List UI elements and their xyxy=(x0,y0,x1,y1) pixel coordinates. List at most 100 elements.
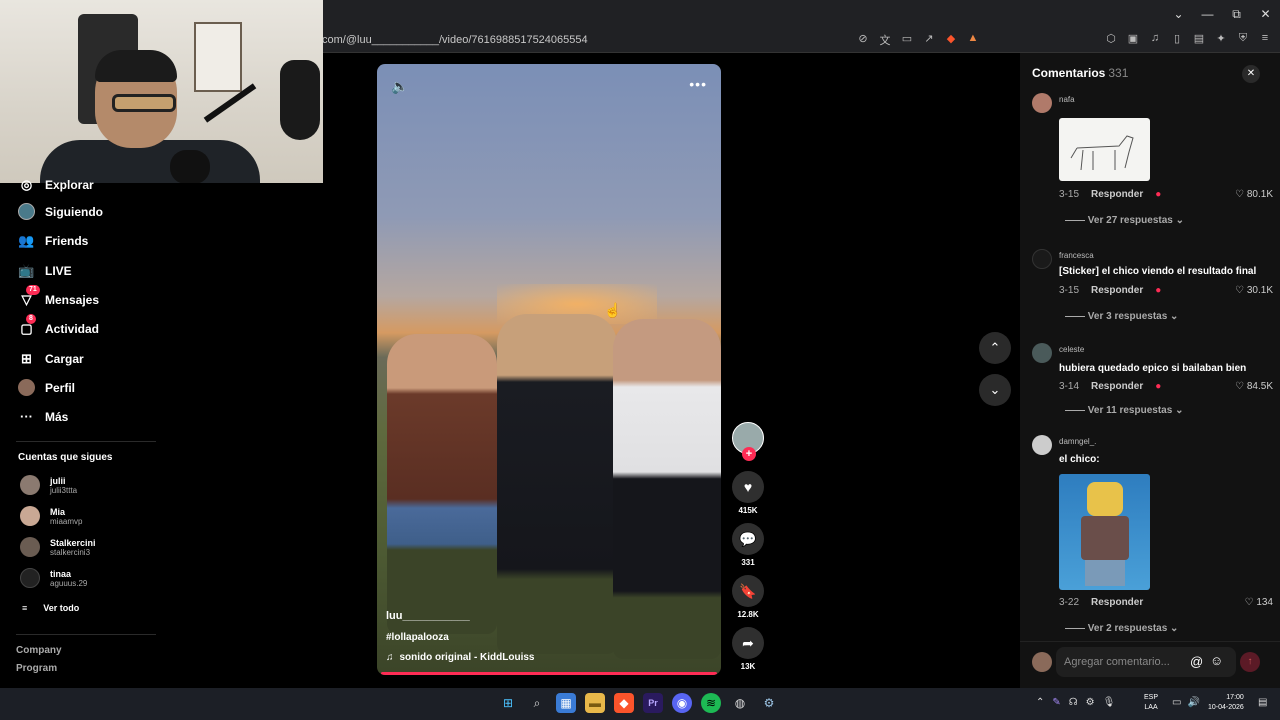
vpn-icon[interactable]: ⛨ xyxy=(1236,32,1250,45)
video-progress-bar[interactable] xyxy=(381,672,717,675)
comment-user[interactable]: nafa xyxy=(1059,95,1075,104)
see-all-link[interactable]: ≡ Ver todo xyxy=(22,603,79,613)
brave-browser-icon[interactable]: ◆ xyxy=(614,693,634,713)
comment-like-button[interactable]: ♡ 30.1K xyxy=(1235,285,1273,296)
input-language[interactable]: ESP LAA xyxy=(1144,693,1158,713)
sidebar-item-cargar[interactable]: ⊞ Cargar xyxy=(18,350,84,367)
monitor-icon[interactable]: ▭ xyxy=(1172,697,1181,708)
brave-shield-icon[interactable]: ◆ xyxy=(944,32,958,48)
following-account[interactable]: Stalkercini stalkercini3 xyxy=(20,537,96,557)
comment-like-button[interactable]: ♡ 84.5K xyxy=(1235,381,1273,392)
roblox-character-image[interactable] xyxy=(1059,474,1150,590)
more-options-icon[interactable]: ••• xyxy=(689,76,707,92)
tray-app-icon[interactable]: ✎ xyxy=(1052,697,1060,708)
sidebar-item-mas[interactable]: ··· Más xyxy=(18,408,68,425)
close-comments-button[interactable]: ✕ xyxy=(1242,65,1260,83)
avatar[interactable] xyxy=(1032,343,1052,363)
wall-poster xyxy=(194,22,242,92)
screenshot-icon[interactable]: ▣ xyxy=(1126,32,1140,45)
spotify-icon[interactable]: ≋ xyxy=(701,693,721,713)
volume-icon[interactable]: 🔈 xyxy=(391,78,408,95)
save-button[interactable]: 🔖 xyxy=(732,575,764,607)
search-icon[interactable]: ⌕ xyxy=(527,693,547,713)
character-legs xyxy=(1085,560,1125,586)
comment-like-button[interactable]: ♡ 134 xyxy=(1245,597,1273,608)
file-explorer-icon[interactable]: ▬ xyxy=(585,693,605,713)
horse-sketch-image[interactable] xyxy=(1059,118,1150,181)
extensions-icon[interactable]: ⬡ xyxy=(1104,32,1118,45)
reply-button[interactable]: Responder xyxy=(1091,189,1143,200)
app-icon[interactable]: ◍ xyxy=(730,693,750,713)
leo-ai-icon[interactable]: ✦ xyxy=(1214,32,1228,45)
steam-tray-icon[interactable]: ⚙ xyxy=(1086,697,1095,708)
premiere-pro-icon[interactable]: Pr xyxy=(643,693,663,713)
avatar[interactable] xyxy=(1032,435,1052,455)
view-replies-button[interactable]: —— Ver 27 respuestas ⌄ xyxy=(1065,215,1184,226)
cast-icon[interactable]: ▭ xyxy=(900,32,914,48)
sidebar-item-perfil[interactable]: Perfil xyxy=(18,379,75,396)
mention-icon[interactable]: @ xyxy=(1190,654,1203,669)
brave-rewards-icon[interactable]: ▲ xyxy=(966,32,980,48)
view-replies-button[interactable]: —— Ver 11 respuestas ⌄ xyxy=(1065,405,1183,416)
creator-avatar[interactable]: + xyxy=(732,422,764,461)
emoji-icon[interactable]: ☺ xyxy=(1210,653,1223,668)
video-hashtag[interactable]: #lollapalooza xyxy=(386,632,449,643)
clock[interactable]: 17:00 10-04-2026 xyxy=(1208,693,1244,713)
reply-button[interactable]: Responder xyxy=(1091,285,1143,296)
discord-icon[interactable]: ◉ xyxy=(672,693,692,713)
no-translate-icon[interactable]: ⊘ xyxy=(856,32,870,48)
comment-item: francesca [Sticker] el chico viendo el r… xyxy=(1032,249,1276,329)
following-account[interactable]: julii julii3ttta xyxy=(20,475,77,495)
send-button[interactable]: ↑ xyxy=(1240,652,1260,672)
gallery-icon[interactable]: ▦ xyxy=(556,693,576,713)
avatar[interactable] xyxy=(1032,93,1052,113)
speaker-icon[interactable]: 🔊 xyxy=(1187,697,1199,708)
comment-user[interactable]: celeste xyxy=(1059,345,1084,354)
url-text[interactable]: com/@luu___________/video/76169885175240… xyxy=(322,34,588,46)
steam-icon[interactable]: ⚙ xyxy=(759,693,779,713)
footer-link-company[interactable]: Company xyxy=(16,645,62,656)
sidebar-item-siguiendo[interactable]: Siguiendo xyxy=(18,203,103,220)
comment-user[interactable]: damngel_. xyxy=(1059,437,1096,446)
video-sound[interactable]: ♫ sonido original - KiddLouiss xyxy=(386,652,535,663)
previous-video-button[interactable]: ⌃ xyxy=(979,332,1011,364)
sidebar-item-friends[interactable]: 👥 Friends xyxy=(18,232,88,249)
like-button[interactable]: ♥ xyxy=(732,471,764,503)
view-replies-button[interactable]: —— Ver 3 respuestas ⌄ xyxy=(1065,311,1178,322)
tray-chevron-up-icon[interactable]: ⌃ xyxy=(1036,697,1044,708)
video-player[interactable]: 🔈 ••• luu___________ #lollapalooza ♫ son… xyxy=(377,64,721,675)
comment-input[interactable] xyxy=(1056,647,1236,677)
notifications-icon[interactable]: ▤ xyxy=(1258,697,1267,708)
wallet-icon[interactable]: ▤ xyxy=(1192,32,1206,45)
translate-icon[interactable]: 文 xyxy=(878,32,892,48)
music-icon[interactable]: ♫ xyxy=(1148,32,1162,45)
comment-user[interactable]: francesca xyxy=(1059,251,1094,260)
footer-link-program[interactable]: Program xyxy=(16,663,57,674)
sidebar-item-mensajes[interactable]: ▽ 71 Mensajes xyxy=(18,285,99,308)
tab-search-icon[interactable]: ⌄ xyxy=(1164,0,1193,28)
comment-button[interactable]: 💬 xyxy=(732,523,764,555)
headset-icon[interactable]: ☊ xyxy=(1069,697,1078,708)
follow-plus-icon[interactable]: + xyxy=(742,447,756,461)
maximize-icon[interactable]: ⧉ xyxy=(1222,0,1251,28)
next-video-button[interactable]: ⌄ xyxy=(979,374,1011,406)
following-account[interactable]: Mia miaamvp xyxy=(20,506,82,526)
video-username[interactable]: luu___________ xyxy=(386,610,470,622)
share-icon[interactable]: ↗ xyxy=(922,32,936,48)
reply-button[interactable]: Responder xyxy=(1091,381,1143,392)
sidebar-item-live[interactable]: 📺 LIVE xyxy=(18,262,71,279)
following-account[interactable]: tinaa aguuus.29 xyxy=(20,568,87,588)
comment-like-button[interactable]: ♡ 80.1K xyxy=(1235,189,1273,200)
windows-start-icon[interactable]: ⊞ xyxy=(498,693,518,713)
reply-button[interactable]: Responder xyxy=(1091,597,1143,608)
avatar[interactable] xyxy=(1032,249,1052,269)
mic-tray-icon[interactable]: 🎙 xyxy=(1103,697,1116,708)
share-button[interactable]: ➦ xyxy=(732,627,764,659)
close-window-icon[interactable]: ✕ xyxy=(1251,0,1280,28)
sidebar-item-explorar[interactable]: ◎ Explorar xyxy=(18,176,94,193)
sidebar-item-actividad[interactable]: ▢ 8 Actividad xyxy=(18,314,99,337)
minimize-icon[interactable]: — xyxy=(1193,0,1222,28)
sidebar-toggle-icon[interactable]: ▯ xyxy=(1170,32,1184,45)
menu-icon[interactable]: ≡ xyxy=(1258,32,1272,45)
view-replies-button[interactable]: —— Ver 2 respuestas ⌄ xyxy=(1065,623,1178,634)
